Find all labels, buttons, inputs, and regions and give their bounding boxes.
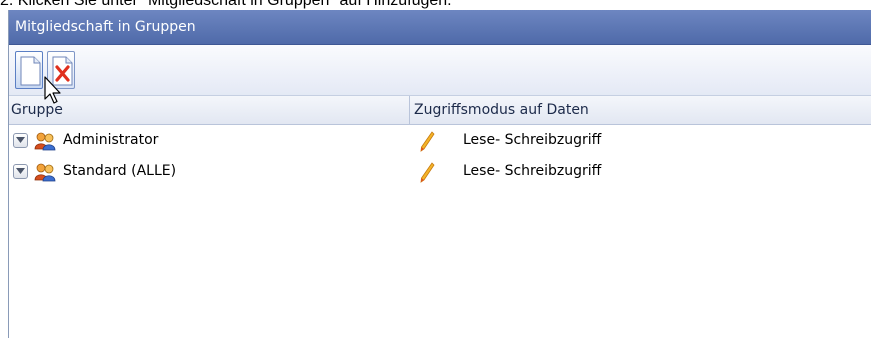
column-headers: Gruppe Zugriffsmodus auf Daten [9, 96, 871, 125]
user-group-icon [34, 131, 56, 155]
instruction-text: 2. Klicken Sie unter "Mitgliedschaft in … [0, 0, 452, 9]
access-mode: Lese- Schreibzugriff [463, 132, 602, 148]
group-name: Standard (ALLE) [63, 163, 177, 179]
panel-title: Mitgliedschaft in Gruppen [9, 10, 871, 45]
group-membership-panel: Mitgliedschaft in Gruppen Gruppe Zugriff… [8, 10, 871, 338]
pencil-icon [419, 162, 435, 188]
mouse-cursor-icon [44, 76, 66, 110]
table-row[interactable]: Standard (ALLE) Lese- Schreibzugriff [9, 156, 871, 187]
group-name: Administrator [63, 132, 159, 148]
column-header-zugriffsmodus[interactable]: Zugriffsmodus auf Daten [412, 96, 852, 124]
user-group-icon [34, 162, 56, 186]
expand-button[interactable] [13, 133, 28, 148]
pencil-icon [419, 131, 435, 157]
add-button[interactable] [15, 51, 43, 89]
toolbar [9, 45, 871, 96]
table-row[interactable]: Administrator Lese- Schreibzugriff [9, 125, 871, 156]
expand-button[interactable] [13, 164, 28, 179]
column-header-gruppe[interactable]: Gruppe [9, 96, 410, 124]
access-mode: Lese- Schreibzugriff [463, 163, 602, 179]
